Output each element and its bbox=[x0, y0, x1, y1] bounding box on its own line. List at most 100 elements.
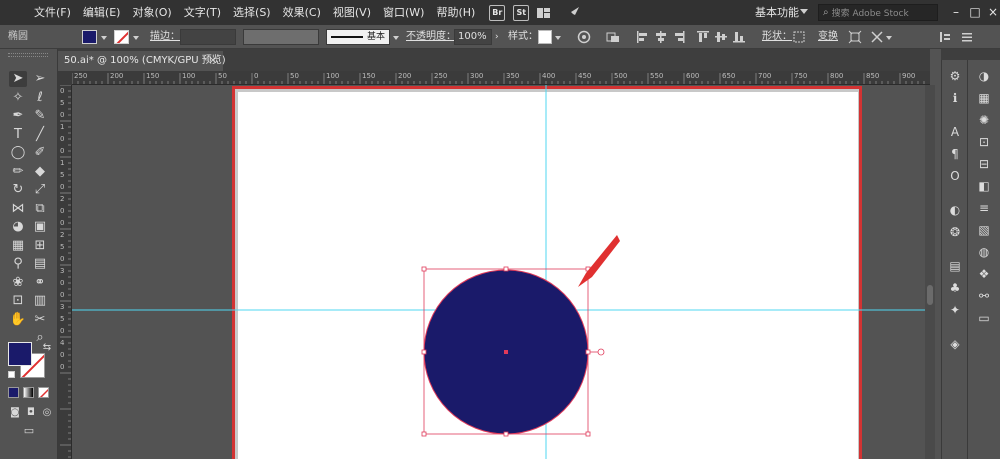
perspective-grid-tool[interactable]: ▦ bbox=[9, 238, 27, 254]
panel-grip[interactable] bbox=[8, 53, 48, 57]
shape-label[interactable]: 形状： bbox=[762, 29, 792, 45]
transparency-icon[interactable]: ◐ bbox=[946, 202, 964, 218]
properties-icon[interactable]: ⚙ bbox=[946, 68, 964, 84]
opentype-icon[interactable]: O bbox=[946, 168, 964, 184]
rotate-tool[interactable]: ↻ bbox=[9, 182, 27, 198]
width-tool[interactable]: ⋈ bbox=[9, 201, 27, 217]
line-segment-tool[interactable]: ╱ bbox=[31, 127, 49, 143]
workspace-switcher[interactable]: 基本功能 bbox=[755, 0, 799, 25]
align-to-icon[interactable] bbox=[606, 30, 620, 44]
menu-window[interactable]: 窗口(W) bbox=[377, 0, 430, 25]
chevron-down-icon[interactable] bbox=[800, 9, 808, 14]
artboard-tool[interactable]: ⊡ bbox=[9, 293, 27, 309]
eraser-tool[interactable]: ◆ bbox=[31, 164, 49, 180]
scroll-thumb[interactable] bbox=[927, 285, 933, 305]
align-icon[interactable]: ⊟ bbox=[975, 156, 993, 172]
color-mode-icon[interactable] bbox=[8, 387, 19, 398]
chevron-down-icon[interactable] bbox=[555, 36, 561, 40]
stroke-label[interactable]: 描边： bbox=[150, 29, 180, 45]
align-center-h-icon[interactable] bbox=[654, 30, 668, 44]
menu-type[interactable]: 文字(T) bbox=[178, 0, 227, 25]
stroke-swatch[interactable] bbox=[114, 30, 129, 44]
column-graph-tool[interactable]: ▥ bbox=[31, 293, 49, 309]
curvature-tool[interactable]: ✎ bbox=[31, 108, 49, 124]
close-icon[interactable]: × bbox=[209, 51, 217, 71]
shape-builder-tool[interactable]: ◕ bbox=[9, 219, 27, 235]
brushes-icon[interactable]: ✦ bbox=[946, 302, 964, 318]
fill-swatch[interactable] bbox=[82, 30, 97, 44]
opacity-field[interactable]: 100% bbox=[454, 29, 492, 45]
graphic-style-swatch[interactable] bbox=[538, 30, 552, 44]
chevron-down-icon[interactable] bbox=[393, 36, 399, 40]
vertical-ruler[interactable]: 0 5 0 1 0 0 1 5 0 2 0 0 2 5 0 3 0 0 3 5 0 4 0 0 bbox=[58, 85, 72, 459]
center-point[interactable] bbox=[504, 350, 508, 354]
panel-header[interactable] bbox=[968, 49, 1000, 60]
swap-fill-stroke-icon[interactable]: ⇆ bbox=[38, 340, 56, 356]
color-guide-icon[interactable]: ❂ bbox=[946, 224, 964, 240]
opacity-flyout-arrow[interactable]: › bbox=[495, 29, 499, 45]
draw-inside-icon[interactable]: ◎ bbox=[38, 405, 56, 421]
artboards-icon[interactable]: ▭ bbox=[975, 310, 993, 326]
control-menu-icon[interactable] bbox=[960, 30, 974, 44]
slice-tool[interactable]: ✂ bbox=[31, 312, 49, 328]
magic-wand-tool[interactable]: ✧ bbox=[9, 90, 27, 106]
variable-width-profile[interactable] bbox=[243, 29, 319, 45]
gpu-performance-icon[interactable] bbox=[567, 6, 581, 20]
transform-label[interactable]: 变换 bbox=[818, 29, 838, 45]
shaper-tool[interactable]: ✏ bbox=[9, 164, 27, 180]
horizontal-ruler[interactable]: 250 200 150 100 50 0 50 100 150 200 250 300 350 400 45… bbox=[58, 71, 930, 85]
gradient-mode-icon[interactable] bbox=[23, 387, 34, 398]
paintbrush-tool[interactable]: ✐ bbox=[31, 145, 49, 161]
hand-tool[interactable]: ✋ bbox=[9, 312, 27, 328]
stroke-icon[interactable]: ≡ bbox=[975, 200, 993, 216]
select-similar-icon[interactable] bbox=[870, 30, 884, 44]
document-tab[interactable]: 50.ai* @ 100% (CMYK/GPU 预览) × bbox=[58, 51, 226, 71]
eyedropper-tool[interactable]: ⚲ bbox=[9, 256, 27, 272]
symbol-sprayer-tool[interactable]: ❀ bbox=[9, 275, 27, 291]
selection-tool[interactable]: ➤ bbox=[9, 71, 27, 87]
lasso-tool[interactable]: ℓ bbox=[31, 90, 49, 106]
opacity-label[interactable]: 不透明度： bbox=[406, 29, 456, 45]
isolate-icon[interactable] bbox=[848, 30, 862, 44]
pie-widget-handle[interactable] bbox=[597, 348, 605, 356]
gradient-tool[interactable]: ▤ bbox=[31, 256, 49, 272]
ruler-origin[interactable] bbox=[58, 71, 72, 85]
menu-file[interactable]: 文件(F) bbox=[28, 0, 77, 25]
chevron-down-icon[interactable] bbox=[886, 36, 892, 40]
none-mode-icon[interactable] bbox=[38, 387, 49, 398]
gradient-icon[interactable]: ▧ bbox=[975, 222, 993, 238]
info-icon[interactable]: ℹ bbox=[946, 90, 964, 106]
align-left-icon[interactable] bbox=[636, 30, 650, 44]
default-colors-icon[interactable] bbox=[8, 371, 15, 378]
chevron-down-icon[interactable] bbox=[133, 36, 139, 40]
symbols-icon[interactable]: ♣ bbox=[946, 280, 964, 296]
links-icon[interactable]: ⚯ bbox=[975, 288, 993, 304]
transform-icon[interactable]: ⊡ bbox=[975, 134, 993, 150]
mesh-tool[interactable]: ⊞ bbox=[31, 238, 49, 254]
screen-mode-icon[interactable]: ▭ bbox=[20, 423, 38, 439]
type-tool[interactable]: T bbox=[9, 127, 27, 143]
menu-effect[interactable]: 效果(C) bbox=[277, 0, 327, 25]
direct-selection-tool[interactable]: ➢ bbox=[31, 71, 49, 87]
align-bottom-icon[interactable] bbox=[732, 30, 746, 44]
close-button[interactable]: × bbox=[982, 0, 1000, 25]
scale-tool[interactable]: ⤢ bbox=[31, 182, 49, 198]
menu-help[interactable]: 帮助(H) bbox=[430, 0, 481, 25]
layers-icon[interactable]: ◈ bbox=[946, 336, 964, 352]
align-right-icon[interactable] bbox=[672, 30, 686, 44]
pathfinder-icon[interactable]: ◧ bbox=[975, 178, 993, 194]
canvas-area[interactable] bbox=[72, 85, 930, 459]
stroke-weight-field[interactable] bbox=[180, 29, 236, 45]
character-icon[interactable]: A bbox=[946, 124, 964, 140]
align-top-icon[interactable] bbox=[696, 30, 710, 44]
free-transform-tool[interactable]: ⧉ bbox=[31, 201, 49, 217]
panel-header[interactable] bbox=[941, 49, 968, 60]
menu-object[interactable]: 对象(O) bbox=[126, 0, 177, 25]
vertical-scrollbar[interactable] bbox=[925, 85, 935, 459]
fill-color-box[interactable] bbox=[8, 342, 32, 366]
ellipse-tool[interactable]: ◯ bbox=[9, 145, 27, 161]
recolor-artwork-icon[interactable] bbox=[577, 30, 591, 44]
menu-select[interactable]: 选择(S) bbox=[227, 0, 277, 25]
menu-edit[interactable]: 编辑(E) bbox=[77, 0, 127, 25]
stock-search-input[interactable]: ⌕ 搜索 Adobe Stock bbox=[818, 4, 938, 21]
